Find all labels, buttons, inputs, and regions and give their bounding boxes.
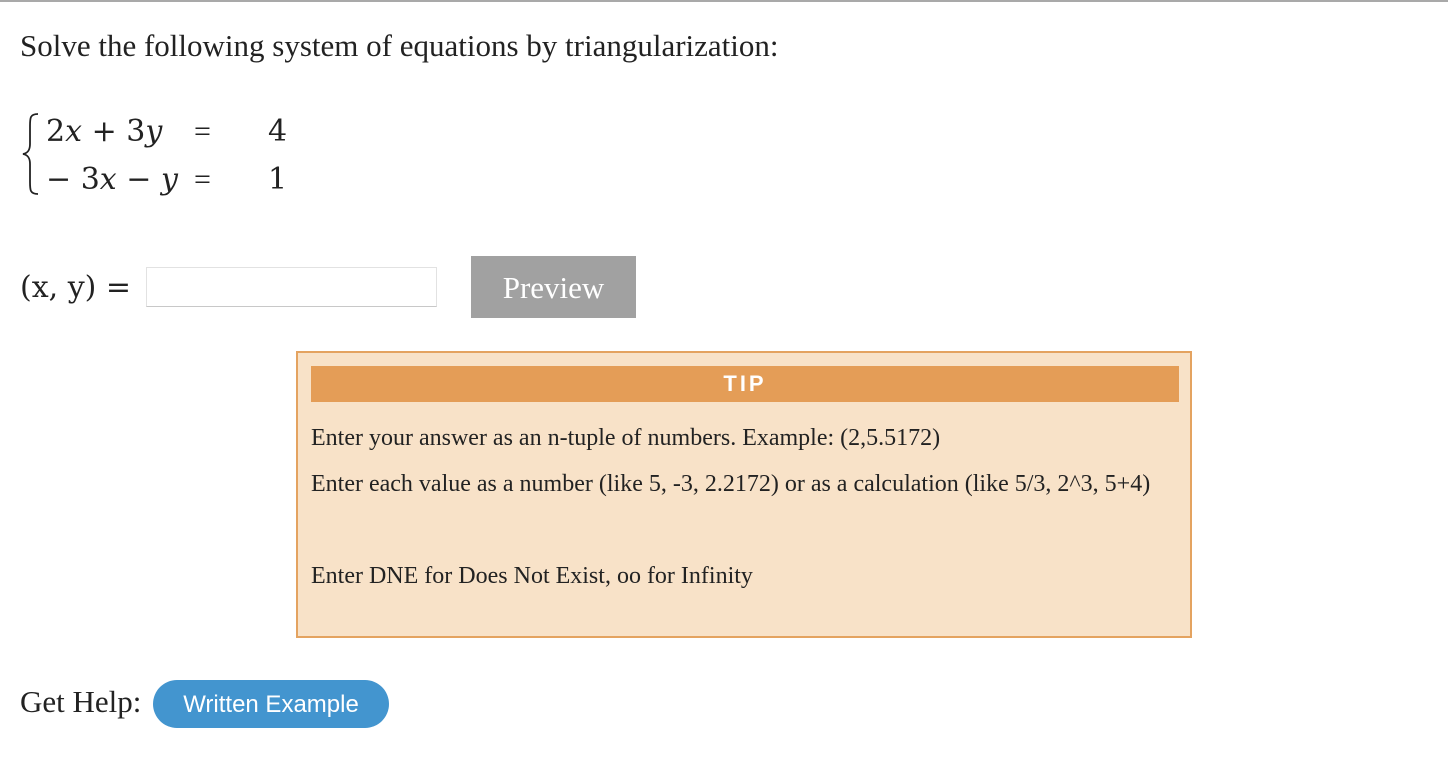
answer-label: (x, y) = <box>20 270 132 305</box>
equation-2-rhs: 1 <box>268 162 288 197</box>
equation-system: 2x + 3y = 4 − 3x − y = 1 <box>20 108 320 208</box>
equation-2-lhs: − 3x − y <box>46 162 178 197</box>
tip-line-format: Enter your answer as an n-tuple of numbe… <box>311 425 941 451</box>
equation-2-equals: = <box>194 163 211 196</box>
equation-1-rhs: 4 <box>268 114 288 149</box>
tip-header: TIP <box>311 366 1179 402</box>
answer-input[interactable] <box>146 267 437 307</box>
question-text: Solve the following system of equations … <box>20 28 779 63</box>
tip-line-values: Enter each value as a number (like 5, -3… <box>311 471 1151 497</box>
tip-line-special: Enter DNE for Does Not Exist, oo for Inf… <box>311 563 753 589</box>
equation-1-lhs: 2x + 3y <box>46 114 163 149</box>
preview-button[interactable]: Preview <box>471 256 636 318</box>
tip-box: TIP Enter your answer as an n-tuple of n… <box>296 351 1192 638</box>
get-help-label: Get Help: <box>20 684 142 719</box>
left-brace-icon <box>22 113 39 195</box>
top-divider <box>0 0 1448 2</box>
equation-1-equals: = <box>194 115 211 148</box>
written-example-button[interactable]: Written Example <box>153 680 389 728</box>
